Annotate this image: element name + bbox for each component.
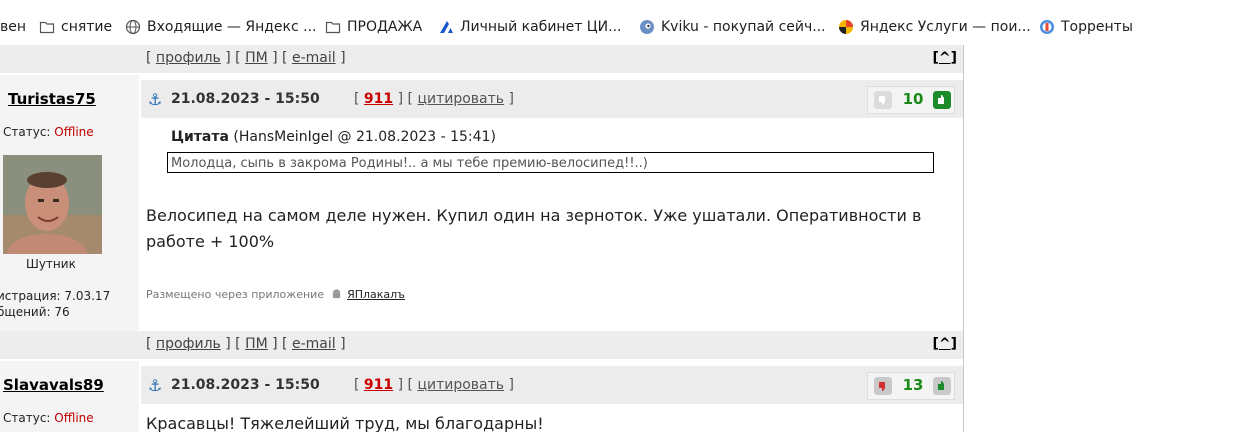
torrent-icon	[1040, 20, 1054, 34]
vote-box: 10	[867, 86, 955, 114]
vote-count: 13	[902, 376, 924, 394]
status-value: Offline	[54, 411, 94, 425]
bookmarks-bar: вен снятие Входящие — Яндекс ... ПРОДАЖА…	[0, 0, 1249, 45]
bookmark-label: ПРОДАЖА	[347, 19, 423, 35]
status-label: Статус:	[3, 125, 51, 139]
bookmark-label: снятие	[61, 19, 113, 35]
bookmark-label: Яндекс Услуги — пои...	[860, 19, 1031, 35]
email-link[interactable]: e-mail	[292, 336, 336, 352]
forum-thread: [ профиль ] [ ПМ ] [ e-mail ] [^] Turist…	[0, 45, 964, 432]
bookmark-label: Торренты	[1061, 19, 1133, 35]
thumb-up-icon[interactable]	[933, 377, 951, 395]
vote-count: 10	[902, 90, 924, 108]
post-links: [ профиль ] [ ПМ ] [ e-mail ]	[146, 336, 346, 352]
caret-text: ^	[938, 336, 951, 352]
thumb-up-icon[interactable]	[933, 91, 951, 109]
bookmark-item[interactable]: снятие	[39, 17, 112, 37]
author-nick[interactable]: Turistas75	[8, 90, 96, 108]
post-message: Красавцы! Тяжелейший труд, мы благодарны…	[146, 414, 544, 432]
vote-box: 13	[867, 372, 955, 400]
bracket-text: ]	[950, 336, 957, 352]
bookmark-item[interactable]: ПРОДАЖА	[325, 17, 422, 37]
separator-text: ] [	[272, 50, 288, 66]
bookmark-label: Kviku - покупай сейч...	[661, 19, 826, 35]
yandex-services-icon	[839, 20, 853, 34]
bookmark-label: Входящие — Яндекс ...	[147, 19, 317, 35]
post-ref: [ 911 ] [ цитировать ]	[354, 377, 514, 393]
quote-link[interactable]: цитировать	[417, 91, 504, 107]
post-links-bar: [ профиль ] [ ПМ ] [ e-mail ] [^]	[0, 45, 963, 73]
separator-text: ] [	[225, 336, 241, 352]
author-registration: истрация: 7.03.17	[0, 289, 111, 303]
email-link[interactable]: e-mail	[292, 50, 336, 66]
separator-text: ] [	[225, 50, 241, 66]
post-message: Велосипед на самом деле нужен. Купил оди…	[146, 206, 922, 251]
author-rank: Шутник	[26, 257, 76, 271]
post-links-bar: [ профиль ] [ ПМ ] [ e-mail ] [^]	[0, 331, 963, 359]
status-value: Offline	[54, 125, 94, 139]
post-links: [ профиль ] [ ПМ ] [ e-mail ]	[146, 50, 346, 66]
author-status: Статус: Offline	[3, 125, 94, 139]
bookmark-item[interactable]: Яндекс Услуги — пои...	[838, 17, 1031, 37]
quote-box: Молодца, сыпь в закрома Родины!.. а мы т…	[167, 152, 934, 173]
thumb-down-icon[interactable]	[874, 377, 892, 395]
android-icon	[332, 289, 340, 299]
posted-via-label: Размещено через приложение	[146, 288, 325, 301]
author-nick[interactable]: Slavavals89	[3, 376, 104, 394]
quote-header: Цитата (HansMeinIgel @ 21.08.2023 - 15:4…	[171, 129, 496, 145]
scroll-top-link[interactable]: [^]	[932, 336, 957, 352]
avatar[interactable]	[3, 155, 102, 254]
bookmark-item[interactable]: Торренты	[1039, 17, 1133, 37]
profile-link[interactable]: профиль	[156, 336, 221, 352]
bookmark-item[interactable]: Входящие — Яндекс ...	[125, 17, 316, 37]
post-header: ⚓ 21.08.2023 - 15:50 [ 911 ] [ цитироват…	[141, 80, 963, 118]
bracket-text: [	[146, 336, 152, 352]
profile-link[interactable]: профиль	[156, 50, 221, 66]
post-date: 21.08.2023 - 15:50	[171, 377, 320, 393]
pm-link[interactable]: ПМ	[245, 336, 268, 352]
bookmark-item[interactable]: вен	[0, 17, 26, 37]
bracket-text: [	[146, 50, 152, 66]
post-ref: [ 911 ] [ цитировать ]	[354, 91, 514, 107]
quote-author: (HansMeinIgel @ 21.08.2023 - 15:41)	[233, 129, 496, 145]
anchor-icon[interactable]: ⚓	[148, 90, 162, 109]
brand-mark-icon	[440, 21, 453, 33]
bookmark-label: Личный кабинет ЦИ...	[460, 19, 622, 35]
folder-icon	[325, 21, 341, 34]
quote-link[interactable]: цитировать	[417, 377, 504, 393]
bookmark-item[interactable]: Kviku - покупай сейч...	[639, 17, 826, 37]
author-status: Статус: Offline	[3, 411, 94, 425]
bookmark-item[interactable]: Личный кабинет ЦИ...	[438, 17, 622, 37]
author-post-count: бщений: 76	[0, 305, 70, 319]
thumb-down-icon[interactable]	[874, 91, 892, 109]
anchor-icon[interactable]: ⚓	[148, 376, 162, 395]
posted-via: Размещено через приложение ЯПлакалъ	[146, 288, 405, 301]
status-label: Статус:	[3, 411, 51, 425]
post-header: ⚓ 21.08.2023 - 15:50 [ 911 ] [ цитироват…	[141, 366, 963, 404]
bookmark-label: вен	[0, 19, 27, 35]
pm-link[interactable]: ПМ	[245, 50, 268, 66]
globe-icon	[125, 19, 141, 35]
post-number-link[interactable]: 911	[364, 377, 393, 393]
post-date: 21.08.2023 - 15:50	[171, 91, 320, 107]
caret-text: ^	[938, 50, 951, 66]
scroll-top-link[interactable]: [^]	[932, 50, 957, 66]
bracket-text: ]	[340, 336, 346, 352]
post-number-link[interactable]: 911	[364, 91, 393, 107]
folder-icon	[39, 21, 55, 34]
bracket-text: ]	[340, 50, 346, 66]
bracket-text: ]	[950, 50, 957, 66]
app-link[interactable]: ЯПлакалъ	[347, 288, 405, 301]
kviku-icon	[640, 20, 654, 34]
separator-text: ] [	[272, 336, 288, 352]
quote-title: Цитата	[171, 129, 229, 145]
